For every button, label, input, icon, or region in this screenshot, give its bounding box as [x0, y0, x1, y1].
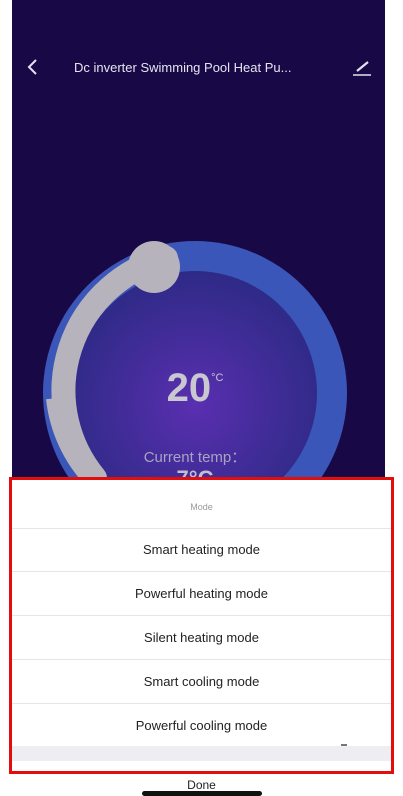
set-temperature-unit: °C: [211, 372, 224, 384]
nav-bar: Dc inverter Swimming Pool Heat Pu...: [12, 48, 385, 82]
home-indicator: [142, 791, 262, 796]
edit-pen-icon[interactable]: [351, 56, 373, 78]
set-temperature: 20°C: [40, 366, 350, 411]
dial-handle[interactable]: [128, 241, 180, 293]
chevron-left-icon[interactable]: [22, 56, 44, 78]
mode-option-powerful-heating[interactable]: Powerful heating mode: [10, 572, 393, 616]
mode-picker-sheet: Mode Smart heating mode Powerful heating…: [10, 478, 393, 761]
done-button[interactable]: Done: [0, 778, 403, 792]
mode-option-smart-cooling[interactable]: Smart cooling mode: [10, 660, 393, 704]
current-temp-label: Current temp：: [143, 449, 247, 466]
mode-sheet-title: Mode: [10, 478, 393, 529]
mode-option-powerful-cooling[interactable]: Powerful cooling mode: [10, 704, 393, 748]
sheet-bottom-mark: [341, 744, 347, 746]
status-bar: [12, 0, 385, 40]
set-temperature-value: 20: [166, 366, 212, 410]
mode-option-smart-heating[interactable]: Smart heating mode: [10, 528, 393, 572]
page-title: Dc inverter Swimming Pool Heat Pu...: [74, 60, 292, 75]
mode-option-silent-heating[interactable]: Silent heating mode: [10, 616, 393, 660]
sheet-bottom-strip: [10, 744, 393, 761]
